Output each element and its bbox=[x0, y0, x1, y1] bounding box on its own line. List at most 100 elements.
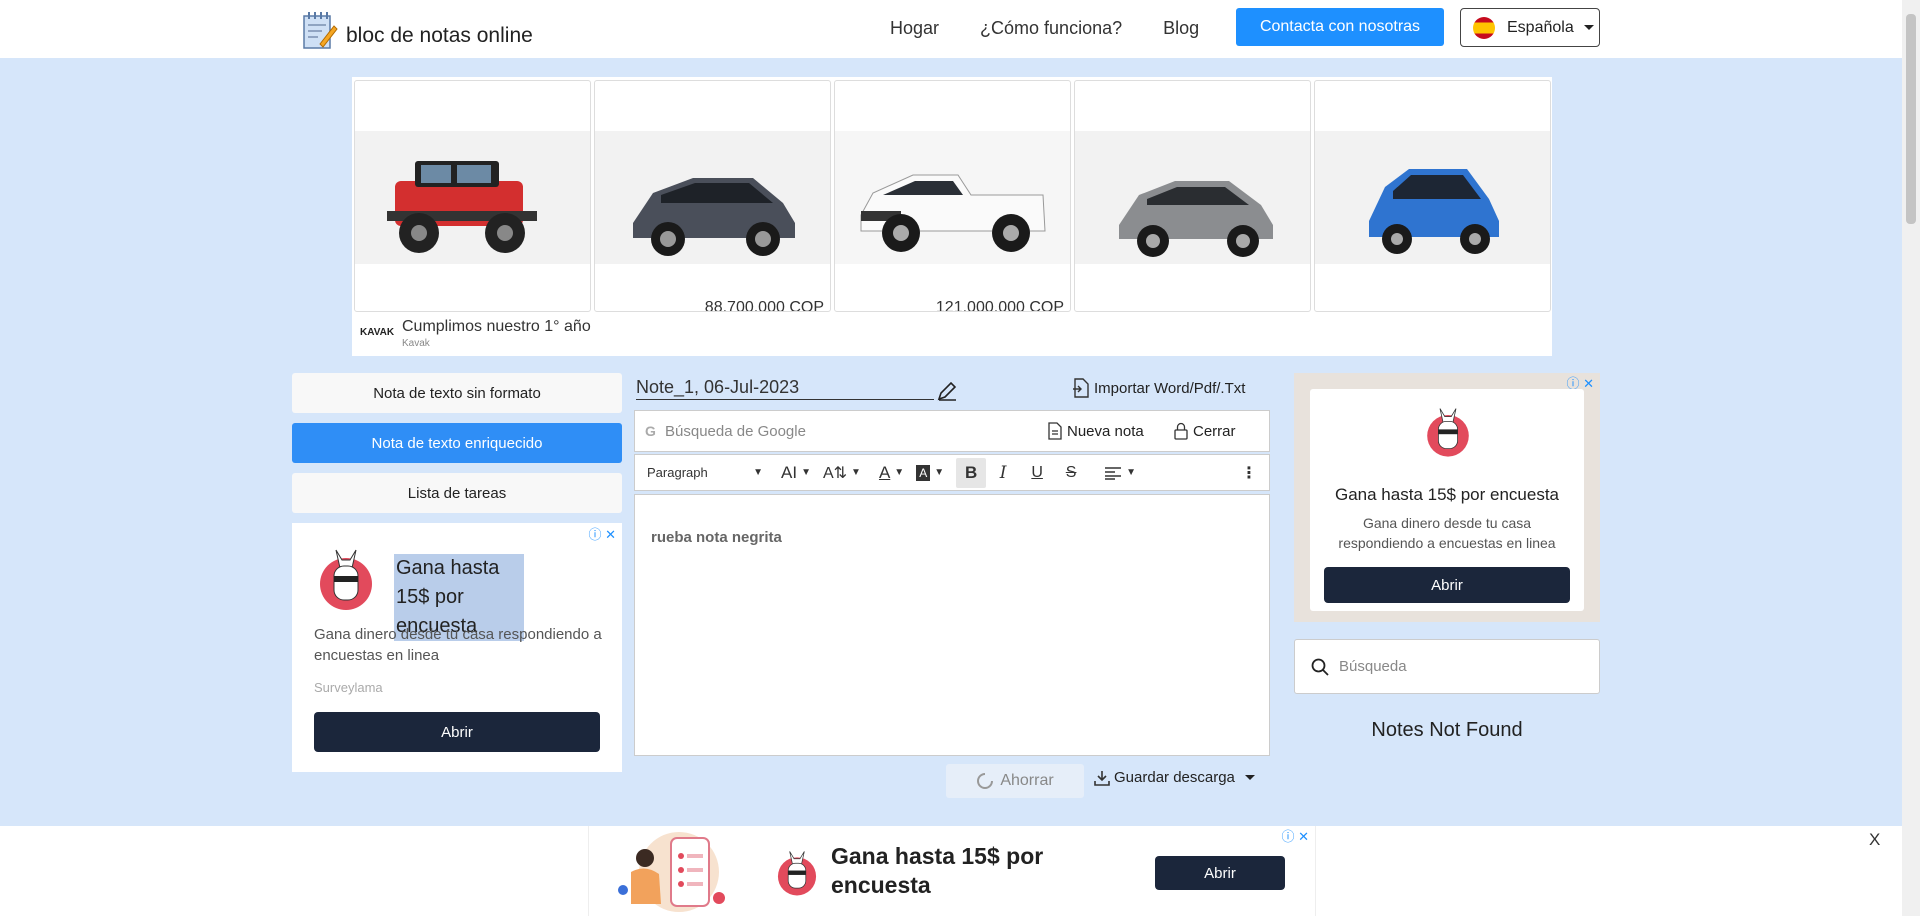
italic-button[interactable]: I bbox=[986, 458, 1020, 488]
top-banner-ad[interactable]: ⓘ ✕ 88.700.000 COP bbox=[352, 77, 1552, 356]
close-label: Cerrar bbox=[1193, 422, 1236, 440]
search-icon bbox=[1311, 658, 1329, 676]
ad-advertiser: Surveylama bbox=[314, 680, 383, 695]
gray-suv-image bbox=[633, 178, 795, 256]
download-icon bbox=[1094, 770, 1110, 786]
new-note-icon bbox=[1048, 422, 1062, 440]
font-size-icon: AI bbox=[781, 462, 798, 482]
bottom-survey-ad[interactable]: ⓘ ✕ Gana hasta 15$ por encuesta Abrir bbox=[588, 826, 1316, 916]
save-button[interactable]: Ahorrar bbox=[946, 764, 1084, 798]
car-tile[interactable] bbox=[354, 80, 591, 312]
llama-logo-icon bbox=[1427, 408, 1469, 457]
chevron-down-icon: ▼ bbox=[934, 467, 945, 478]
line-height-button[interactable]: A⇅ ▼ bbox=[817, 458, 867, 488]
note-type-rich-text[interactable]: Nota de texto enriquecido bbox=[292, 423, 622, 463]
vertical-dots-icon: ⋮ bbox=[1241, 464, 1257, 482]
import-label: Importar Word/Pdf/.Txt bbox=[1094, 379, 1246, 397]
ad-card: Gana hasta 15$ por encuesta Gana dinero … bbox=[1310, 389, 1584, 611]
nav-links: Hogar ¿Cómo funciona? Blog bbox=[890, 18, 1199, 39]
chevron-down-icon: ▼ bbox=[851, 467, 861, 478]
silver-crossover-image bbox=[1119, 181, 1273, 257]
editor-toolbar: Paragraph ▼ AI ▼ A⇅ ▼ A ▼ A ▼ B I U S ▼ ⋮ bbox=[634, 454, 1270, 491]
note-title-input[interactable]: Note_1, 06-Jul-2023 bbox=[636, 377, 934, 400]
save-download-label: Guardar descarga bbox=[1114, 769, 1235, 786]
llama-logo-icon bbox=[320, 549, 372, 610]
caret-down-icon bbox=[1244, 775, 1255, 780]
note-type-task-list[interactable]: Lista de tareas bbox=[292, 473, 622, 513]
block-format-select[interactable]: Paragraph ▼ bbox=[635, 458, 775, 488]
underline-button[interactable]: U bbox=[1020, 458, 1054, 488]
align-left-icon bbox=[1105, 466, 1122, 480]
red-jeep-image bbox=[387, 161, 537, 253]
survey-illustration-image bbox=[618, 832, 725, 912]
ad-open-button[interactable]: Abrir bbox=[314, 712, 600, 752]
chevron-down-icon: ▼ bbox=[753, 467, 763, 478]
lock-icon bbox=[1174, 422, 1188, 440]
note-type-plain-text[interactable]: Nota de texto sin formato bbox=[292, 373, 622, 413]
new-note-button[interactable]: Nueva nota bbox=[1047, 422, 1144, 440]
contact-button[interactable]: Contacta con nosotras bbox=[1236, 8, 1444, 46]
pencil-icon[interactable] bbox=[936, 380, 958, 402]
car-tile[interactable]: 121.000.000 COP bbox=[834, 80, 1071, 312]
nav-home[interactable]: Hogar bbox=[890, 18, 939, 39]
ad-title[interactable]: Gana hasta 15$ por encuesta bbox=[831, 842, 1071, 900]
chevron-down-icon: ▼ bbox=[1126, 467, 1137, 478]
llama-logo-icon bbox=[777, 851, 817, 896]
top-navbar: bloc de notas online Hogar ¿Cómo funcion… bbox=[0, 0, 1902, 58]
more-options-button[interactable]: ⋮ bbox=[1235, 458, 1263, 488]
car-tile[interactable]: 88.700.000 COP bbox=[594, 80, 831, 312]
brand[interactable]: bloc de notas online bbox=[302, 10, 533, 50]
car-tile[interactable] bbox=[1314, 80, 1551, 312]
font-color-button[interactable]: A ▼ bbox=[873, 458, 910, 488]
notes-search-input[interactable]: Búsqueda bbox=[1339, 658, 1407, 675]
brand-name: bloc de notas online bbox=[346, 24, 533, 47]
white-pickup-image bbox=[860, 174, 1046, 252]
align-button[interactable]: ▼ bbox=[1098, 458, 1142, 488]
right-survey-ad[interactable]: ⓘ ✕ Gana hasta 15$ por encuesta Gana din… bbox=[1294, 373, 1600, 622]
notepad-logo-icon bbox=[303, 12, 338, 49]
ad-title[interactable]: Cumplimos nuestro 1° año bbox=[402, 318, 591, 336]
close-note-button[interactable]: Cerrar bbox=[1173, 422, 1236, 440]
bottom-sticky-ad-bar: ⓘ ✕ Gana hasta 15$ por encuesta Abrir X bbox=[0, 826, 1902, 916]
car-price: 88.700.000 COP bbox=[704, 299, 824, 312]
google-search-bar: G Búsqueda de Google Nueva nota Cerrar bbox=[634, 410, 1270, 452]
ad-choices-icon[interactable]: ⓘ ✕ bbox=[1281, 826, 1309, 845]
font-size-button[interactable]: AI ▼ bbox=[775, 458, 817, 488]
car-price: 121.000.000 COP bbox=[935, 299, 1064, 312]
kavak-logo: KAVAK bbox=[360, 327, 395, 338]
file-import-icon bbox=[1073, 378, 1089, 398]
ad-choices-icon[interactable]: ⓘ ✕ bbox=[588, 524, 616, 543]
highlight-icon: A bbox=[916, 464, 931, 481]
caret-down-icon bbox=[1583, 25, 1594, 30]
notes-empty-message: Notes Not Found bbox=[1371, 719, 1523, 741]
language-label: Española bbox=[1507, 18, 1574, 36]
language-dropdown[interactable]: Española bbox=[1460, 8, 1600, 47]
notes-search-field[interactable]: Búsqueda bbox=[1294, 639, 1600, 694]
ad-open-button[interactable]: Abrir bbox=[1155, 856, 1285, 890]
car-tile[interactable] bbox=[1074, 80, 1311, 312]
italic-icon: I bbox=[999, 462, 1007, 483]
bold-button[interactable]: B bbox=[956, 457, 987, 488]
page-scrollbar[interactable] bbox=[1902, 0, 1920, 916]
ad-open-button[interactable]: Abrir bbox=[1324, 567, 1570, 603]
ad-description: Gana dinero desde tu casa respondiendo a… bbox=[314, 626, 602, 664]
strikethrough-button[interactable]: S bbox=[1054, 458, 1088, 488]
google-search-input[interactable]: Búsqueda de Google bbox=[665, 423, 806, 440]
blue-hatchback-image bbox=[1369, 169, 1499, 254]
save-download-dropdown[interactable]: Guardar descarga bbox=[1094, 769, 1255, 786]
chevron-down-icon: ▼ bbox=[801, 467, 811, 478]
nav-how-it-works[interactable]: ¿Cómo funciona? bbox=[980, 18, 1122, 39]
left-survey-ad[interactable]: ⓘ ✕ Gana hasta 15$ por encuesta Gana din… bbox=[292, 523, 622, 772]
strikethrough-icon: S bbox=[1065, 463, 1077, 481]
google-icon: G bbox=[645, 423, 656, 439]
nav-blog[interactable]: Blog bbox=[1163, 18, 1199, 39]
highlight-color-button[interactable]: A ▼ bbox=[910, 458, 950, 488]
new-note-label: Nueva nota bbox=[1067, 422, 1144, 440]
rich-text-editor[interactable]: rueba nota negrita bbox=[634, 494, 1270, 756]
editor-content[interactable]: rueba nota negrita bbox=[651, 529, 782, 546]
scrollbar-thumb[interactable] bbox=[1906, 14, 1916, 224]
ad-title[interactable]: Gana hasta 15$ por encuesta bbox=[1310, 485, 1584, 505]
import-file-button[interactable]: Importar Word/Pdf/.Txt bbox=[1072, 378, 1245, 398]
close-ad-button[interactable]: X bbox=[1869, 830, 1880, 850]
bold-icon: B bbox=[964, 462, 978, 482]
